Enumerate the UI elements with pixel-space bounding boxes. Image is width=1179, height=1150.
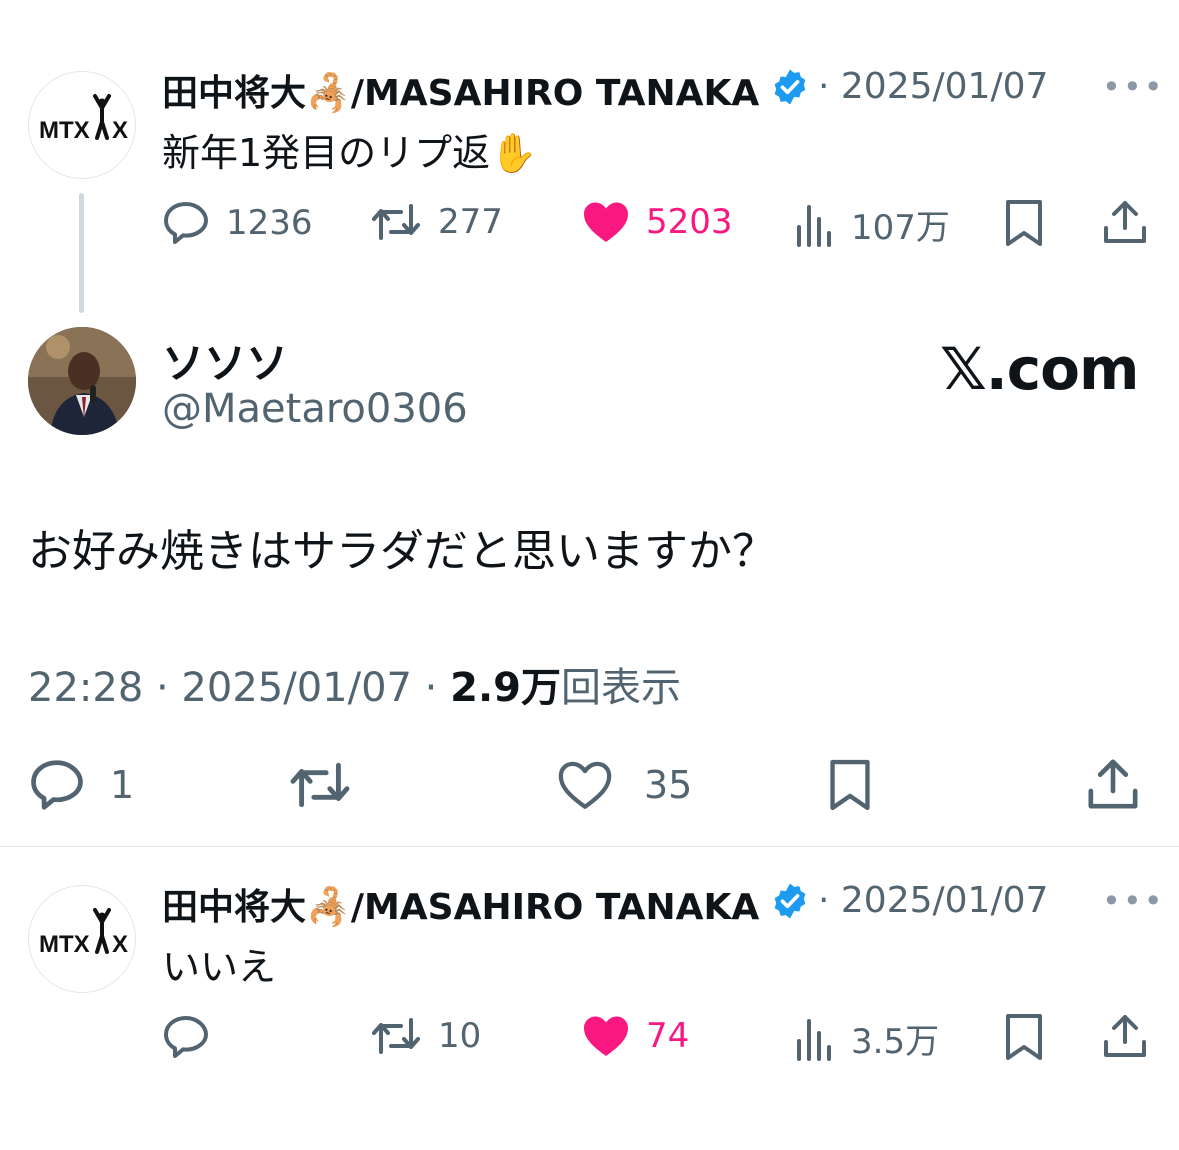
heart-outline-icon	[558, 761, 612, 809]
retweet-button[interactable]: 277	[370, 200, 503, 244]
author-name[interactable]: 田中将大🦂/MASAHIRO TANAKA	[162, 878, 759, 930]
like-count: 74	[646, 1016, 690, 1056]
like-count: 35	[644, 763, 693, 807]
user-photo-icon	[28, 327, 136, 435]
reply-button[interactable]: 1	[28, 758, 134, 812]
quoted-author-name[interactable]: ソソソ	[162, 330, 288, 391]
share-icon[interactable]	[1102, 1012, 1148, 1060]
cutoff-text-fragment	[0, 0, 1179, 4]
views-button[interactable]: 3.5万	[795, 1014, 939, 1063]
mtx-logo-icon: MTX X	[39, 908, 128, 958]
share-icon[interactable]	[1086, 756, 1140, 812]
reply-icon	[164, 1016, 208, 1058]
retweet-icon[interactable]	[288, 758, 352, 812]
thread-connector-line	[79, 193, 84, 313]
bookmark-icon[interactable]	[1002, 1012, 1046, 1062]
bookmark-icon[interactable]	[1002, 198, 1046, 248]
tweet-date[interactable]: · 2025/01/07	[818, 66, 1048, 107]
svg-text:MTX: MTX	[39, 931, 90, 958]
views-count: 3.5万	[851, 1022, 940, 1062]
tweet-text: 新年1発目のリプ返✋	[162, 131, 538, 175]
verified-badge-icon	[774, 69, 806, 105]
retweet-icon	[372, 1018, 420, 1054]
reply-button[interactable]	[162, 1014, 210, 1060]
views-label: 回表示	[560, 665, 681, 711]
views-count: 2.9万	[450, 665, 561, 711]
like-button[interactable]: 35	[556, 758, 692, 812]
reply-button[interactable]: 1236	[162, 200, 313, 246]
more-icon[interactable]: •••	[1102, 882, 1165, 920]
views-button[interactable]: 107万	[795, 200, 950, 249]
reply-count: 1	[110, 763, 135, 807]
like-count: 5203	[646, 202, 733, 242]
reply-icon	[31, 760, 83, 810]
avatar-mtx-logo[interactable]: MTX X	[28, 885, 136, 993]
tweet-text: いいえ	[162, 945, 277, 989]
retweet-button[interactable]: 10	[370, 1014, 481, 1058]
views-icon	[797, 204, 831, 247]
bookmark-icon[interactable]	[826, 756, 874, 814]
quoted-author-handle[interactable]: @Maetaro0306	[162, 386, 468, 432]
avatar-user-photo[interactable]	[28, 327, 136, 435]
x-com-brand: 𝕏.com	[940, 335, 1139, 403]
tweet-meta: 22:28 · 2025/01/07 · 2.9万回表示	[28, 655, 681, 713]
retweet-icon	[372, 204, 420, 240]
retweet-count: 10	[438, 1016, 482, 1056]
reply-count: 1236	[226, 203, 313, 243]
heart-icon	[584, 1016, 628, 1056]
tweet-date[interactable]: · 2025/01/07	[818, 880, 1048, 921]
reply-icon	[164, 202, 208, 244]
share-icon[interactable]	[1102, 198, 1148, 246]
avatar-mtx-logo[interactable]: MTX X	[28, 71, 136, 179]
heart-icon	[584, 202, 628, 242]
more-icon[interactable]: •••	[1102, 68, 1165, 106]
svg-text:MTX: MTX	[39, 117, 90, 144]
retweet-count: 277	[438, 202, 503, 242]
like-button[interactable]: 74	[582, 1014, 689, 1058]
like-button[interactable]: 5203	[582, 200, 733, 244]
quoted-tweet-text: お好み焼きはサラダだと思いますか？	[28, 526, 776, 577]
svg-text:X: X	[112, 117, 128, 144]
author-name[interactable]: 田中将大🦂/MASAHIRO TANAKA	[162, 64, 759, 116]
views-count: 107万	[851, 208, 950, 248]
views-icon	[797, 1018, 831, 1061]
svg-text:X: X	[112, 931, 128, 958]
tweet-timestamp[interactable]: 22:28 · 2025/01/07 ·	[28, 665, 450, 711]
verified-badge-icon	[774, 883, 806, 919]
divider	[0, 846, 1179, 847]
mtx-logo-icon: MTX X	[39, 94, 128, 144]
